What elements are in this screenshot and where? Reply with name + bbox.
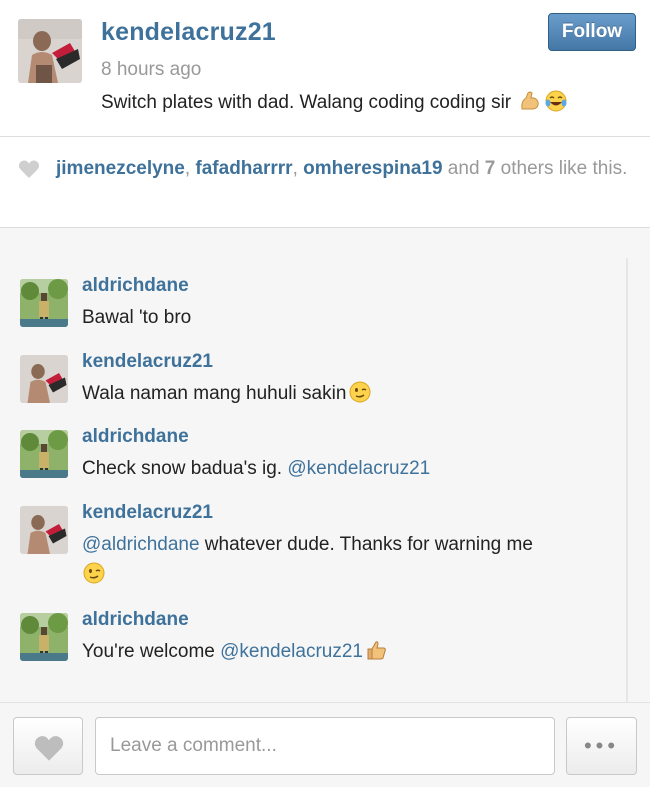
like-button[interactable] bbox=[13, 717, 83, 775]
liker-link[interactable]: jimenezcelyne bbox=[56, 158, 185, 179]
comment-username[interactable]: aldrichdane bbox=[82, 609, 189, 631]
winking-face-emoji bbox=[82, 561, 106, 585]
ellipsis-icon: ••• bbox=[583, 733, 620, 758]
comment-input[interactable] bbox=[95, 717, 555, 775]
liker-link[interactable]: fafadharrrr bbox=[195, 158, 292, 179]
post-timestamp: 8 hours ago bbox=[101, 59, 202, 80]
tears-of-joy-emoji bbox=[544, 89, 568, 113]
caption-text: Switch plates with dad. Walang coding co… bbox=[101, 92, 512, 113]
comment-username[interactable]: kendelacruz21 bbox=[82, 351, 213, 373]
commenter-avatar[interactable] bbox=[20, 430, 68, 478]
more-options-button[interactable]: ••• bbox=[566, 717, 637, 775]
mention-link[interactable]: @kendelacruz21 bbox=[287, 458, 430, 479]
comment-text: Bawal 'to bro bbox=[82, 307, 192, 328]
others-count[interactable]: 7 bbox=[485, 158, 496, 179]
comment-text: You're welcome @kendelacruz21 bbox=[82, 637, 612, 667]
winking-face-emoji bbox=[348, 380, 372, 404]
post-header: kendelacruz21 8 hours ago Switch plates … bbox=[0, 0, 650, 137]
comment-text: Wala naman mang huhuli sakin bbox=[82, 379, 612, 409]
comment-username[interactable]: kendelacruz21 bbox=[82, 502, 213, 524]
likes-section bbox=[0, 137, 650, 228]
poster-username[interactable]: kendelacruz21 bbox=[101, 18, 276, 47]
liker-link[interactable]: omherespina19 bbox=[303, 158, 442, 179]
comment-username[interactable]: aldrichdane bbox=[82, 275, 189, 297]
commenter-avatar[interactable] bbox=[20, 506, 68, 554]
comment-text: Check snow badua's ig. @kendelacruz21 bbox=[82, 458, 431, 479]
follow-button[interactable]: Follow bbox=[548, 13, 636, 51]
mention-link[interactable]: @kendelacruz21 bbox=[220, 641, 363, 662]
comment-username[interactable]: aldrichdane bbox=[82, 426, 189, 448]
thumbs-up-emoji bbox=[365, 638, 389, 662]
heart-icon bbox=[18, 159, 40, 179]
likes-summary: jimenezcelyne, fafadharrrr, omherespina1… bbox=[56, 158, 628, 179]
commenter-avatar[interactable] bbox=[20, 355, 68, 403]
commenter-avatar[interactable] bbox=[20, 279, 68, 327]
heart-icon bbox=[34, 736, 64, 761]
comment-bar: ••• bbox=[0, 702, 650, 787]
poster-avatar[interactable] bbox=[18, 19, 82, 83]
flexed-biceps-emoji bbox=[518, 89, 542, 113]
comment-text: @aldrichdane whatever dude. Thanks for w… bbox=[82, 530, 612, 590]
comments-scrollbar[interactable] bbox=[626, 258, 628, 702]
mention-link[interactable]: @aldrichdane bbox=[82, 534, 200, 555]
post-caption: Switch plates with dad. Walang coding co… bbox=[101, 89, 568, 114]
commenter-avatar[interactable] bbox=[20, 613, 68, 661]
